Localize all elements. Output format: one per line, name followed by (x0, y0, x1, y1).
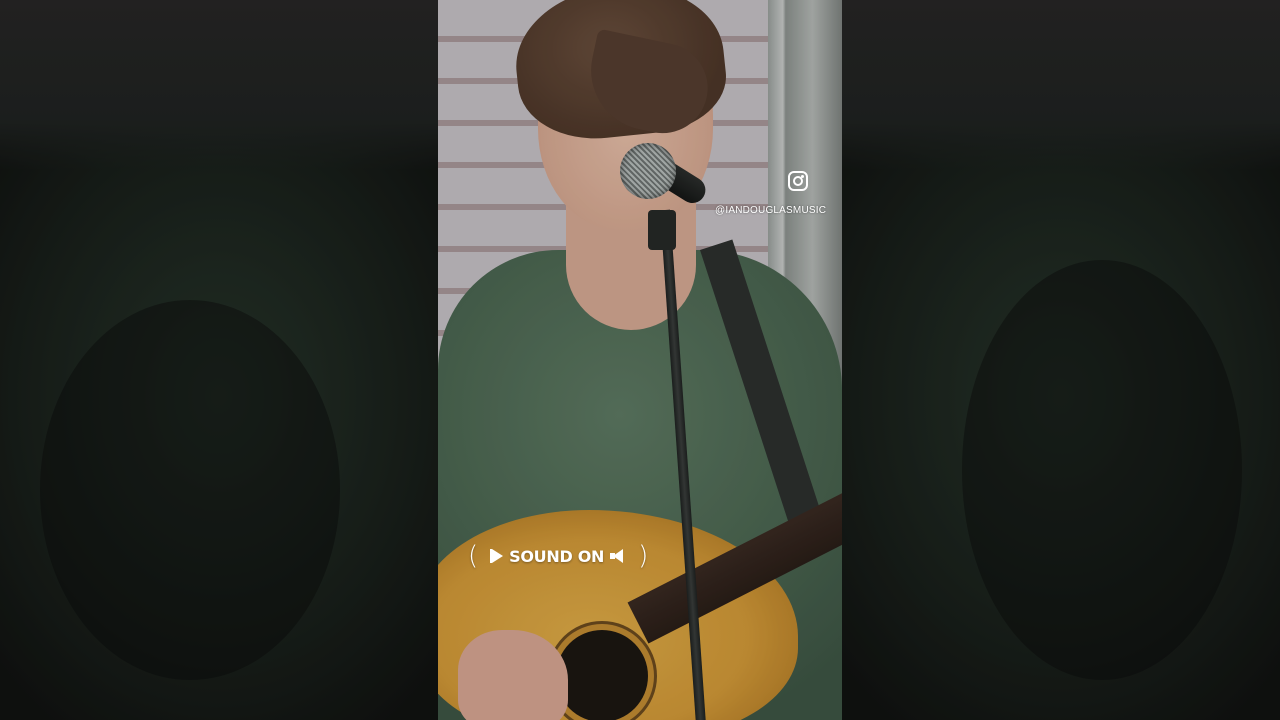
blurred-background-left (0, 0, 438, 720)
blurred-shadow (40, 300, 340, 680)
sound-on-badge: ( SOUND ON ) (468, 538, 648, 574)
right-paren-glyph: ) (638, 541, 649, 571)
blurred-wall-band (0, 0, 438, 170)
blurred-background-right (842, 0, 1280, 720)
speaker-icon (610, 549, 624, 563)
blurred-shadow (962, 260, 1242, 680)
left-paren-glyph: ( (468, 541, 479, 571)
play-flag-icon (490, 549, 504, 563)
instagram-handle: @IANDOUGLASMUSIC (715, 205, 827, 216)
video-frame[interactable]: @IANDOUGLASMUSIC ( SOUND ON ) (438, 0, 842, 720)
blurred-wall-band (842, 0, 1280, 170)
sound-on-label: SOUND ON (509, 546, 605, 566)
instagram-icon (788, 171, 808, 191)
video-dim-overlay (438, 0, 842, 720)
